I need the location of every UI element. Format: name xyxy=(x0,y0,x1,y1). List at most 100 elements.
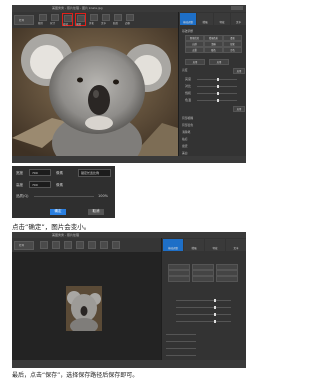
list-item-6[interactable]: 美白 xyxy=(182,151,188,155)
tool-beautify[interactable]: 美化 xyxy=(89,14,98,25)
tool-size-label: 尺寸 xyxy=(50,22,56,25)
slider-2-2[interactable] xyxy=(176,307,231,308)
tool-icon-6[interactable] xyxy=(100,241,108,249)
tab-enhance-2[interactable]: 增强 xyxy=(184,239,204,251)
slider-2-knob[interactable] xyxy=(217,85,219,88)
tool-icon-7[interactable] xyxy=(112,241,120,249)
height-input[interactable]: 700 xyxy=(29,181,51,188)
width-input[interactable]: 700 xyxy=(29,169,51,176)
tab-basic-2-label: 基础调整 xyxy=(167,247,178,250)
tab-effects-2[interactable]: 特效 xyxy=(205,239,225,251)
right-panel-2: 基础调整 增强 特效 文字 xyxy=(161,238,246,360)
quality-label: 品质(Q) xyxy=(16,194,29,198)
height-unit: 像素 xyxy=(56,183,63,187)
quality-value: 100% xyxy=(98,194,109,198)
status-bar xyxy=(12,156,246,163)
slider-4-knob[interactable] xyxy=(217,99,219,102)
koala-photo xyxy=(12,28,178,156)
ok-button[interactable]: 确定 xyxy=(50,209,66,215)
status-bar-2 xyxy=(12,360,246,368)
list-row-2-3[interactable] xyxy=(166,348,196,349)
list-item-4[interactable]: 祛痘 xyxy=(182,137,188,141)
slider-2-2-knob[interactable] xyxy=(214,306,216,309)
slider-label-2: 对比 xyxy=(185,84,192,88)
slider-label-3: 饱和 xyxy=(185,91,192,95)
caption-2: 最后，点击“保存”，选择保存路径后保存即可。 xyxy=(12,372,139,379)
open-button[interactable]: 打开 xyxy=(14,15,34,25)
height-value: 700 xyxy=(32,183,38,187)
slider-2-3-knob[interactable] xyxy=(214,313,216,316)
cancel-button[interactable]: 取消 xyxy=(88,209,104,215)
quality-slider[interactable] xyxy=(34,196,94,197)
caption-1: 点击“确定”，图片会变小。 xyxy=(12,223,91,231)
tab-text[interactable]: 文字 xyxy=(231,13,246,25)
preset-2-8[interactable] xyxy=(192,276,214,282)
list-item-2[interactable]: 局部变色 xyxy=(182,123,193,127)
preset-2-9[interactable] xyxy=(216,276,238,282)
lock-ratio-checkbox[interactable]: 锁定长宽比例 xyxy=(78,169,111,177)
open-button-2-label: 打开 xyxy=(19,244,25,247)
apply-button-a[interactable]: 应用 xyxy=(185,59,205,65)
tab-basic-label: 基础调整 xyxy=(182,21,193,24)
preset-8[interactable]: 暖色 xyxy=(204,47,223,53)
apply-button-b[interactable]: 应用 xyxy=(209,59,229,65)
section-basic: 基础调整 xyxy=(182,29,194,33)
tool-icon-5[interactable] xyxy=(88,241,96,249)
slider-label-4: 色温 xyxy=(185,98,192,102)
reset-button[interactable]: 应用 xyxy=(233,68,245,74)
tab-enhance[interactable]: 增强 xyxy=(197,13,213,25)
slider-2-4[interactable] xyxy=(176,321,231,322)
tool-text-label: 文字 xyxy=(101,22,107,25)
tool-cutout-highlight[interactable]: 抠图 xyxy=(75,13,86,26)
lock-ratio-label: 锁定长宽比例 xyxy=(81,171,100,175)
tab-effects[interactable]: 特效 xyxy=(214,13,230,25)
list-item-5[interactable]: 磨皮 xyxy=(182,144,188,148)
tool-text[interactable]: 文字 xyxy=(101,14,110,25)
list-item-3[interactable]: 消除笔 xyxy=(182,130,190,134)
tool-sticker[interactable]: 贴纸 xyxy=(113,14,122,25)
open-button-label: 打开 xyxy=(19,19,25,22)
preset-9[interactable]: 冷色 xyxy=(223,47,242,53)
tool-icon-1[interactable] xyxy=(40,241,48,249)
slider-1-knob[interactable] xyxy=(217,78,219,81)
photo-canvas-2[interactable] xyxy=(12,252,161,360)
open-button-2[interactable]: 打开 xyxy=(14,241,34,250)
tab-enhance-2-label: 增强 xyxy=(191,247,197,250)
tab-enhance-label: 增强 xyxy=(202,21,208,24)
tab-basic[interactable]: 基础调整 xyxy=(180,13,196,25)
tab-text-2[interactable]: 文字 xyxy=(226,239,246,251)
apply-button-c[interactable]: 应用 xyxy=(233,106,245,112)
tool-beautify-label: 美化 xyxy=(89,22,95,25)
list-item-1[interactable]: 局部模糊 xyxy=(182,116,193,120)
preset-2-7[interactable] xyxy=(168,276,190,282)
tool-icon-2[interactable] xyxy=(52,241,60,249)
tool-frame[interactable]: 边框 xyxy=(125,14,134,25)
slider-label-1: 亮度 xyxy=(185,77,192,81)
tab-effects-label: 特效 xyxy=(219,21,225,24)
tool-frame-label: 边框 xyxy=(125,22,131,25)
section-brightness: 亮度 xyxy=(182,68,188,72)
preset-7[interactable]: 去雾 xyxy=(185,47,204,53)
tool-crop[interactable]: 裁剪 xyxy=(38,14,47,25)
tool-icon-3[interactable] xyxy=(64,241,72,249)
list-row-2-4[interactable] xyxy=(166,355,196,356)
slider-2-1[interactable] xyxy=(176,300,231,301)
slider-2-4-knob[interactable] xyxy=(214,320,216,323)
slider-3-knob[interactable] xyxy=(217,92,219,95)
tool-size[interactable]: 尺寸 xyxy=(50,14,59,25)
list-row-2-1[interactable] xyxy=(166,334,196,335)
tab-basic-2[interactable]: 基础调整 xyxy=(163,239,183,251)
tool-cutout-label: 抠图 xyxy=(76,23,82,26)
tab-effects-2-label: 特效 xyxy=(212,247,218,250)
list-row-2-2[interactable] xyxy=(166,341,196,342)
slider-2-1-knob[interactable] xyxy=(214,299,216,302)
tool-rotate-highlight[interactable]: 旋转 xyxy=(62,13,73,26)
height-label: 高度 xyxy=(16,183,23,187)
photo-canvas[interactable] xyxy=(12,28,178,156)
slider-2-3[interactable] xyxy=(176,314,231,315)
window-controls[interactable] xyxy=(231,6,243,10)
right-panel: 基础调整 增强 特效 文字 基础调整 智能优化 增强色彩 柔和 自然 清晰 锐化… xyxy=(178,12,246,156)
panel-tabs: 基础调整 增强 特效 文字 xyxy=(179,12,246,26)
width-value: 700 xyxy=(32,171,38,175)
tool-icon-4[interactable] xyxy=(76,241,84,249)
